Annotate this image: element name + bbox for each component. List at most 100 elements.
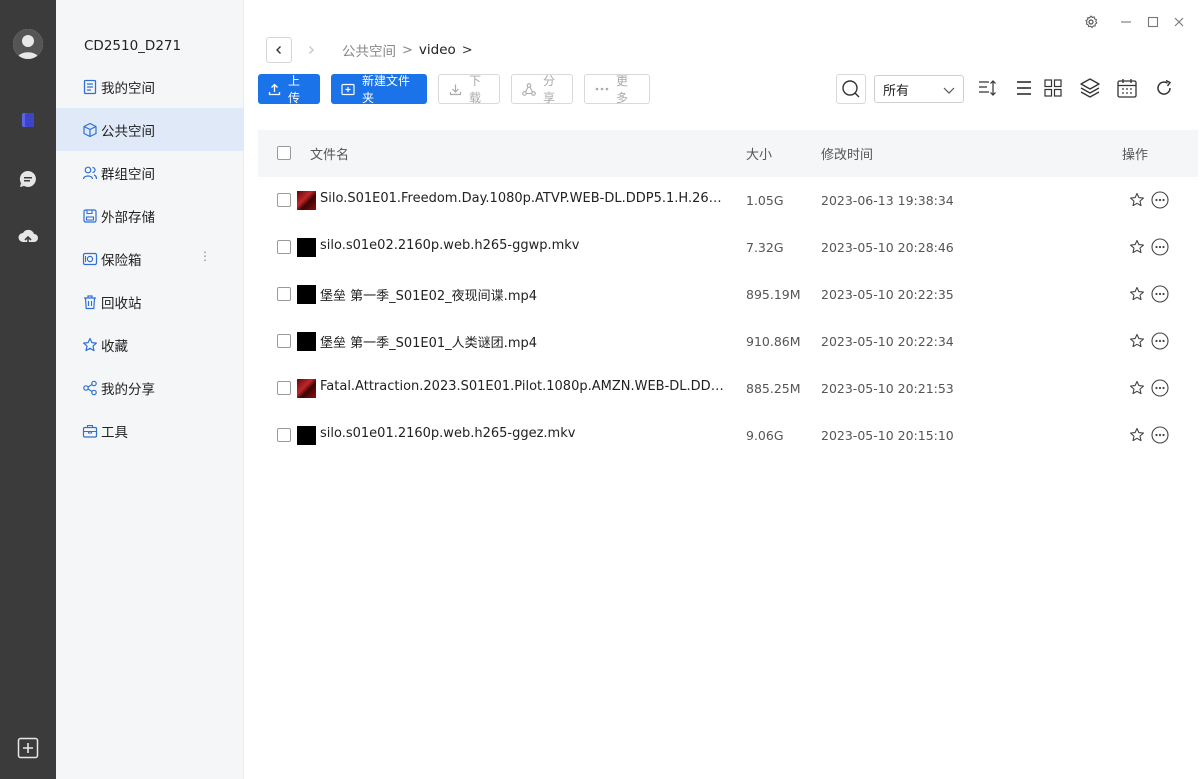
new-folder-label: 新建文件夹 [362,74,411,105]
download-button[interactable]: 下载 [438,74,500,105]
sidebar-item-safe[interactable]: 保险箱 ⋮ [56,237,244,280]
table-row[interactable]: 堡垒 第一季_S01E01_人类谜团.mp4 910.86M 2023-05-1… [258,318,1198,365]
avatar[interactable] [13,29,43,59]
search-button[interactable] [836,74,866,104]
file-name[interactable]: silo.s01e01.2160p.web.h265-ggez.mkv [320,426,725,441]
file-name[interactable]: 堡垒 第一季_S01E02_夜现间谍.mp4 [320,285,725,304]
select-all-checkbox[interactable] [277,146,291,160]
new-folder-button[interactable]: 新建文件夹 [331,74,427,105]
video-thumbnail [297,191,316,210]
row-more-icon[interactable] [1151,426,1169,444]
file-name[interactable]: silo.s01e02.2160p.web.h265-ggwp.mkv [320,238,725,253]
group-icon [81,164,98,181]
row-more-icon[interactable] [1151,191,1169,209]
settings-icon[interactable] [1083,14,1099,30]
row-more-icon[interactable] [1151,238,1169,256]
row-checkbox[interactable] [277,287,291,301]
table-row[interactable]: silo.s01e02.2160p.web.h265-ggwp.mkv 7.32… [258,224,1198,271]
share-label: 分享 [543,74,556,105]
row-checkbox[interactable] [277,193,291,207]
sidebar-nav: 我的空间 公共空间 群组空间 外部存储 保险箱 ⋮ 回收站 收藏 我的分享 工具 [56,65,244,452]
file-modified-time: 2023-05-10 20:21:53 [821,381,954,396]
sidebar-item-label: 公共空间 [101,123,155,140]
more-label: 更多 [616,74,629,105]
file-size: 910.86M [746,334,801,349]
breadcrumb-current: video [418,42,456,58]
chat-icon[interactable] [16,167,40,191]
row-more-icon[interactable] [1151,285,1169,303]
layers-icon[interactable] [1078,76,1102,100]
username: CD2510_D271 [84,38,182,54]
row-checkbox[interactable] [277,240,291,254]
sidebar-item-recycle-bin[interactable]: 回收站 [56,280,244,323]
share-icon [522,82,536,96]
disk-icon [81,207,98,224]
file-size: 7.32G [746,240,784,255]
forward-button[interactable] [298,37,324,63]
row-checkbox[interactable] [277,381,291,395]
sidebar-item-label: 回收站 [101,295,142,312]
header-name[interactable]: 文件名 [310,144,349,163]
close-icon[interactable] [1172,14,1186,30]
favorite-star-icon[interactable] [1129,427,1145,443]
sidebar-item-favorites[interactable]: 收藏 [56,323,244,366]
sidebar-item-my-share[interactable]: 我的分享 [56,366,244,409]
app-window: CD2510_D271 我的空间 公共空间 群组空间 外部存储 保险箱 ⋮ 回收… [0,0,1200,779]
calendar-icon[interactable] [1115,76,1139,100]
sort-icon[interactable] [975,76,999,100]
filter-select[interactable]: 所有 [874,75,964,103]
file-size: 9.06G [746,428,784,443]
row-checkbox[interactable] [277,334,291,348]
file-name[interactable]: 堡垒 第一季_S01E01_人类谜团.mp4 [320,332,725,351]
star-icon [81,336,98,353]
sidebar-item-my-space[interactable]: 我的空间 [56,65,244,108]
chevron-down-icon [943,87,955,94]
sidebar-item-tools[interactable]: 工具 [56,409,244,452]
sidebar-item-group-space[interactable]: 群组空间 [56,151,244,194]
file-modified-time: 2023-05-10 20:15:10 [821,428,954,443]
sidebar-item-public-space[interactable]: 公共空间 [56,108,244,151]
row-more-icon[interactable] [1151,379,1169,397]
favorite-star-icon[interactable] [1129,333,1145,349]
header-size[interactable]: 大小 [746,144,772,163]
favorite-star-icon[interactable] [1129,380,1145,396]
favorite-star-icon[interactable] [1129,286,1145,302]
space-icon[interactable] [16,108,40,132]
sidebar-item-external-storage[interactable]: 外部存储 [56,194,244,237]
breadcrumb-root[interactable]: 公共空间 [342,40,396,60]
trash-icon [81,293,98,310]
file-name[interactable]: Silo.S01E01.Freedom.Day.1080p.ATVP.WEB-D… [320,191,725,206]
row-more-icon[interactable] [1151,332,1169,350]
add-icon[interactable] [16,736,40,760]
table-row[interactable]: 堡垒 第一季_S01E02_夜现间谍.mp4 895.19M 2023-05-1… [258,271,1198,318]
file-size: 895.19M [746,287,801,302]
sidebar-item-label: 群组空间 [101,166,155,183]
favorite-star-icon[interactable] [1129,239,1145,255]
video-thumbnail [297,238,316,257]
table-row[interactable]: Fatal.Attraction.2023.S01E01.Pilot.1080p… [258,365,1198,412]
minimize-icon[interactable] [1119,14,1133,30]
more-options-icon[interactable]: ⋮ [199,249,211,263]
file-size: 885.25M [746,381,801,396]
table-row[interactable]: silo.s01e01.2160p.web.h265-ggez.mkv 9.06… [258,412,1198,459]
upload-button[interactable]: 上传 [258,74,320,105]
file-size: 1.05G [746,193,784,208]
grid-view-icon[interactable] [1041,76,1065,100]
share-button[interactable]: 分享 [511,74,573,105]
safe-icon [81,250,98,267]
file-modified-time: 2023-06-13 19:38:34 [821,193,954,208]
back-button[interactable] [266,37,292,63]
favorite-star-icon[interactable] [1129,192,1145,208]
file-name[interactable]: Fatal.Attraction.2023.S01E01.Pilot.1080p… [320,379,725,394]
header-modified[interactable]: 修改时间 [821,144,873,163]
refresh-icon[interactable] [1152,76,1176,100]
upload-label: 上传 [288,74,301,105]
more-button[interactable]: 更多 [584,74,650,105]
row-checkbox[interactable] [277,428,291,442]
breadcrumb-separator: > [402,42,413,58]
list-view-icon[interactable] [1012,76,1036,100]
cloud-icon[interactable] [16,226,40,250]
maximize-icon[interactable] [1146,14,1160,30]
sidebar-item-label: 我的分享 [101,381,155,398]
table-row[interactable]: Silo.S01E01.Freedom.Day.1080p.ATVP.WEB-D… [258,177,1198,224]
